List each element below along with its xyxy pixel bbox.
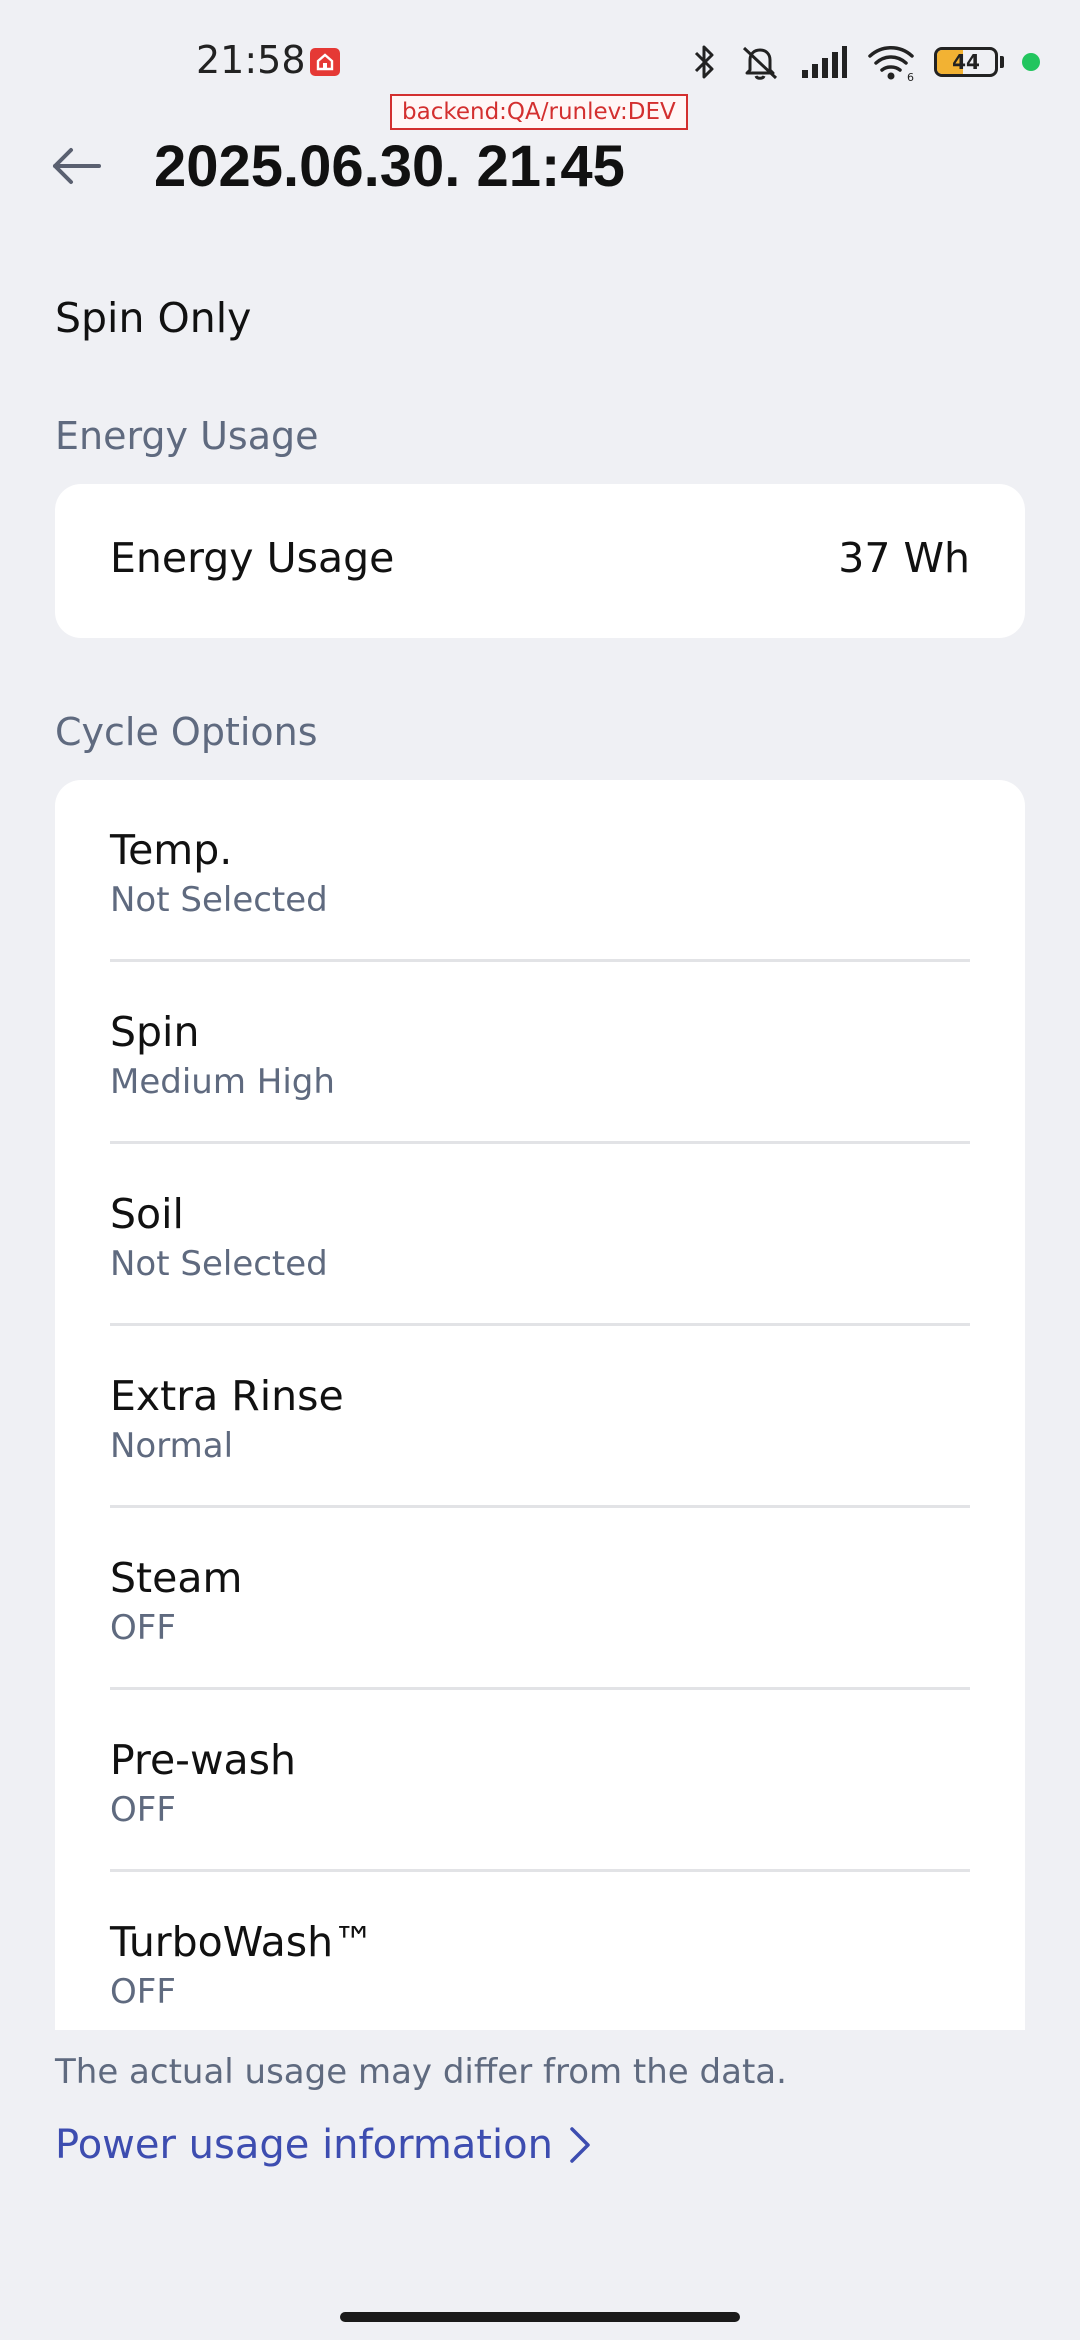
option-value: Medium High [110, 1062, 335, 1102]
option-value: OFF [110, 1608, 176, 1648]
battery-cap [1000, 56, 1004, 68]
option-value: Normal [110, 1426, 234, 1466]
option-row-turbowash: TurboWash™ OFF [110, 1872, 970, 2030]
option-row-extra-rinse: Extra Rinse Normal [110, 1326, 970, 1508]
battery-level: 44 [952, 50, 980, 74]
muted-bell-icon [738, 42, 782, 82]
privacy-indicator-dot [1022, 53, 1040, 71]
option-name: Temp. [110, 826, 233, 874]
energy-usage-card: Energy Usage 37 Wh [55, 484, 1025, 638]
course-name: Spin Only [55, 294, 252, 342]
option-row-steam: Steam OFF [110, 1508, 970, 1690]
wifi-icon: 6 [866, 42, 916, 82]
energy-usage-label: Energy Usage [110, 534, 395, 582]
status-icons: 6 44 [688, 38, 1040, 86]
option-row-pre-wash: Pre-wash OFF [110, 1690, 970, 1872]
power-usage-info-label: Power usage information [55, 2122, 553, 2168]
option-name: Pre-wash [110, 1736, 296, 1784]
option-value: OFF [110, 1790, 176, 1830]
option-name: Spin [110, 1008, 200, 1056]
option-name: Extra Rinse [110, 1372, 344, 1420]
usage-disclaimer: The actual usage may differ from the dat… [55, 2052, 787, 2092]
svg-text:6: 6 [907, 71, 914, 82]
option-name: TurboWash™ [110, 1918, 375, 1966]
option-row-soil: Soil Not Selected [110, 1144, 970, 1326]
option-row-temp: Temp. Not Selected [110, 780, 970, 962]
option-name: Steam [110, 1554, 243, 1602]
battery-icon: 44 [934, 47, 998, 77]
home-app-icon [310, 48, 340, 76]
chevron-right-icon [570, 2127, 590, 2163]
bluetooth-icon [688, 42, 720, 82]
option-row-spin: Spin Medium High [110, 962, 970, 1144]
power-usage-info-link[interactable]: Power usage information [55, 2122, 591, 2168]
arrow-left-icon [53, 148, 101, 184]
option-value: OFF [110, 1972, 176, 2012]
cellular-signal-icon [800, 44, 848, 80]
energy-usage-value: 37 Wh [838, 534, 970, 582]
option-value: Not Selected [110, 880, 328, 920]
option-name: Soil [110, 1190, 184, 1238]
energy-section-title: Energy Usage [55, 414, 319, 458]
page-title: 2025.06.30. 21:45 [154, 134, 625, 199]
header: 2025.06.30. 21:45 [0, 124, 1080, 208]
home-indicator[interactable] [340, 2312, 740, 2322]
back-button[interactable] [44, 138, 110, 194]
option-value: Not Selected [110, 1244, 328, 1284]
cycle-options-card: Temp. Not Selected Spin Medium High Soil… [55, 780, 1025, 2030]
cycle-options-section-title: Cycle Options [55, 710, 318, 754]
status-time: 21:58 [196, 38, 306, 82]
